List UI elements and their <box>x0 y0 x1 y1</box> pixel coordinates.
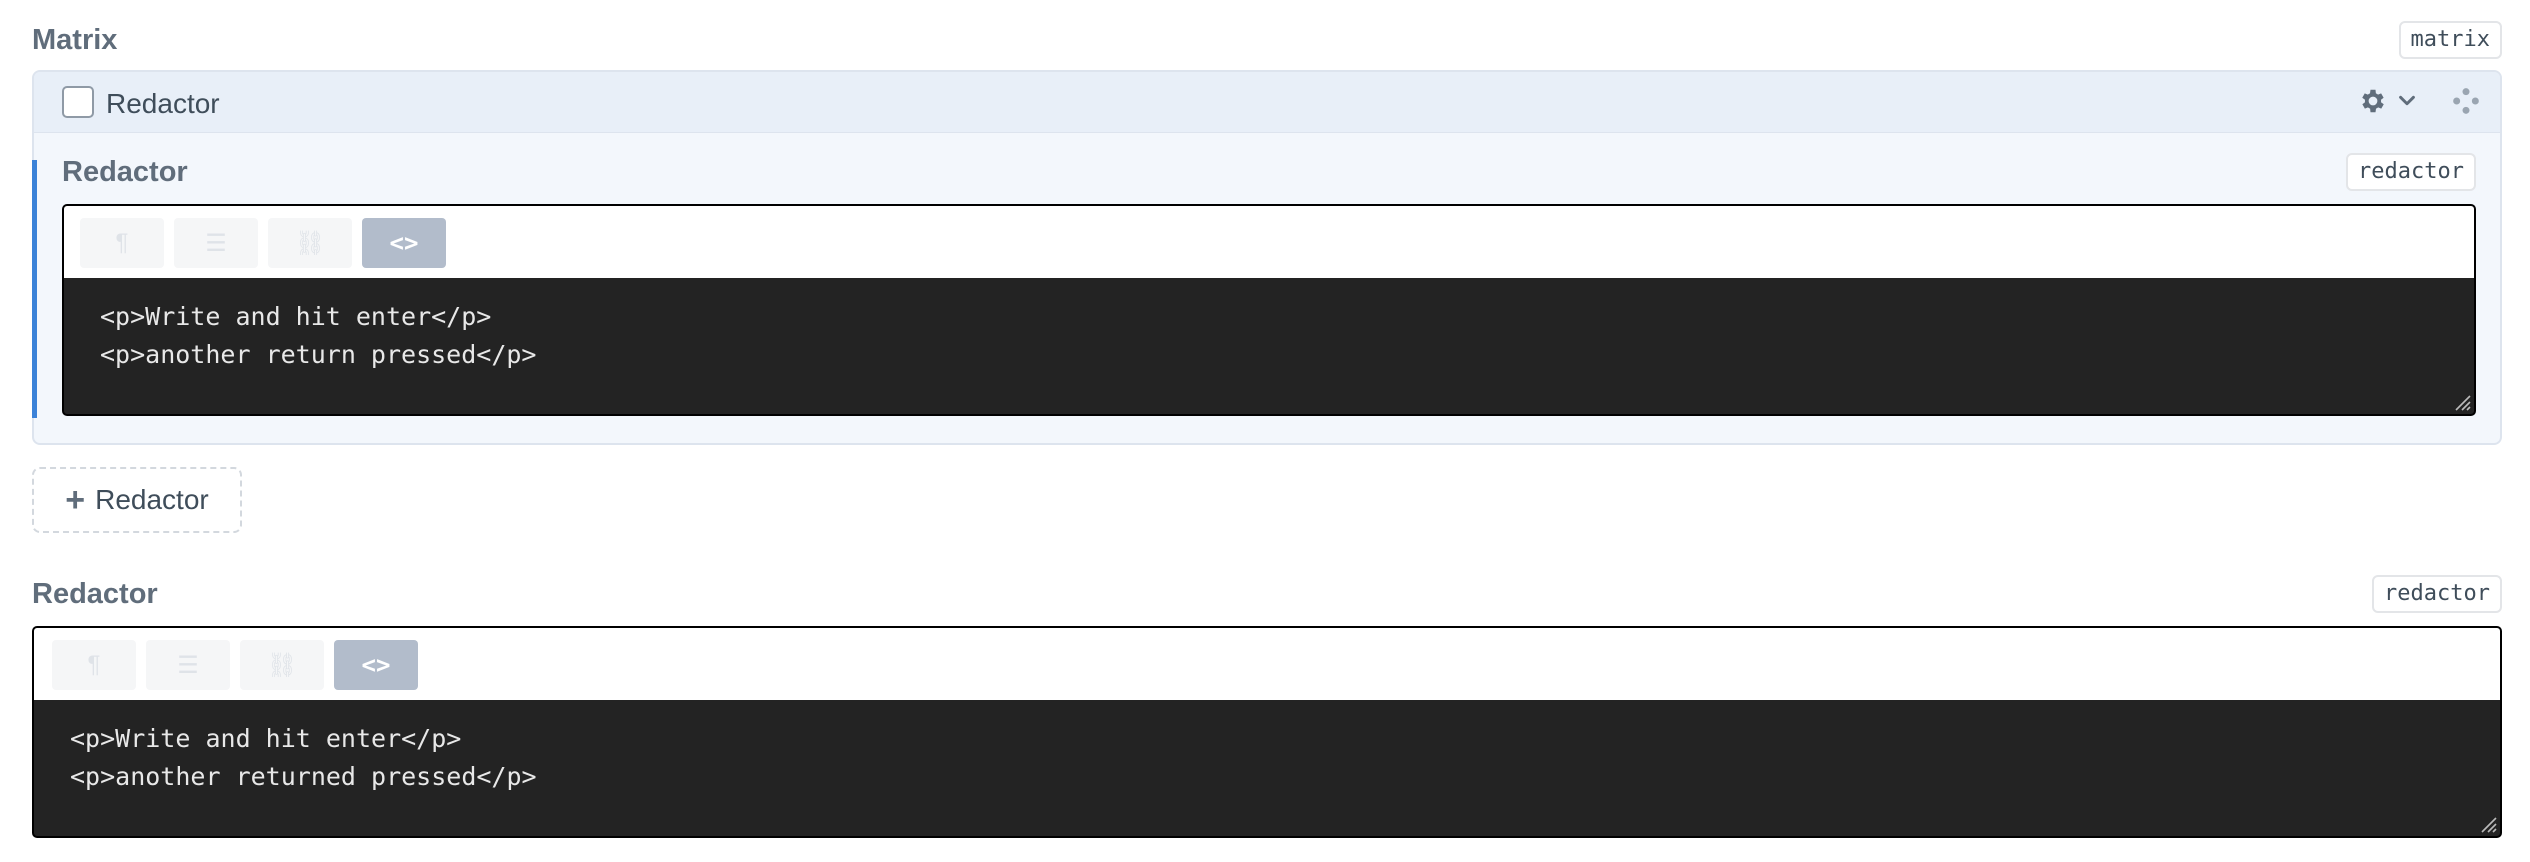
add-redactor-block-button[interactable]: + Redactor <box>32 467 242 533</box>
matrix-field-header: Matrix matrix <box>32 18 2502 62</box>
redactor-field-handle[interactable]: redactor <box>2372 575 2502 613</box>
link-button[interactable]: ⛓ <box>240 640 324 690</box>
block-actions <box>2358 86 2480 116</box>
plus-icon: + <box>65 481 86 519</box>
format-button[interactable]: ¶ <box>52 640 136 690</box>
block-field-handle[interactable]: redactor <box>2346 153 2476 191</box>
chevron-down-icon[interactable] <box>2396 90 2418 112</box>
matrix-field-label: Matrix <box>32 23 118 56</box>
block-field-label: Redactor <box>62 155 188 188</box>
list-button[interactable]: ☰ <box>174 218 258 268</box>
html-source-button[interactable]: <> <box>334 640 418 690</box>
html-source-textarea[interactable]: <p>Write and hit enter</p> <p>another re… <box>34 700 2500 836</box>
code-line: <p>another returned pressed</p> <box>70 762 537 791</box>
gear-icon[interactable] <box>2358 86 2388 116</box>
redactor-field-header: Redactor redactor <box>32 572 2502 616</box>
code-line: <p>Write and hit enter</p> <box>100 302 492 331</box>
block-select-checkbox[interactable] <box>62 86 94 118</box>
redactor-toolbar: ¶ ☰ ⛓ <> <box>64 206 2474 278</box>
block-accent-bar <box>32 160 37 418</box>
add-block-label: Redactor <box>95 484 209 515</box>
block-type-title: Redactor <box>106 88 220 119</box>
matrix-block: Redactor Redactor redactor ¶ ☰ ⛓ <> <p>W… <box>32 70 2502 445</box>
code-line: <p>another return pressed</p> <box>100 340 537 369</box>
redactor-field-label: Redactor <box>32 577 158 610</box>
move-handle-icon[interactable] <box>2452 87 2480 115</box>
html-source-button[interactable]: <> <box>362 218 446 268</box>
redactor-editor[interactable]: ¶ ☰ ⛓ <> <p>Write and hit enter</p> <p>a… <box>32 626 2502 838</box>
resize-grip-icon[interactable] <box>2476 812 2498 834</box>
redactor-toolbar: ¶ ☰ ⛓ <> <box>34 628 2500 700</box>
block-titlebar[interactable]: Redactor <box>34 72 2500 133</box>
resize-grip-icon[interactable] <box>2450 390 2472 412</box>
matrix-field-handle[interactable]: matrix <box>2398 21 2502 59</box>
list-button[interactable]: ☰ <box>146 640 230 690</box>
block-field-header: Redactor redactor <box>62 150 2476 194</box>
html-source-textarea[interactable]: <p>Write and hit enter</p> <p>another re… <box>64 278 2474 414</box>
format-button[interactable]: ¶ <box>80 218 164 268</box>
block-redactor-editor[interactable]: ¶ ☰ ⛓ <> <p>Write and hit enter</p> <p>a… <box>62 204 2476 416</box>
code-line: <p>Write and hit enter</p> <box>70 724 462 753</box>
link-button[interactable]: ⛓ <box>268 218 352 268</box>
